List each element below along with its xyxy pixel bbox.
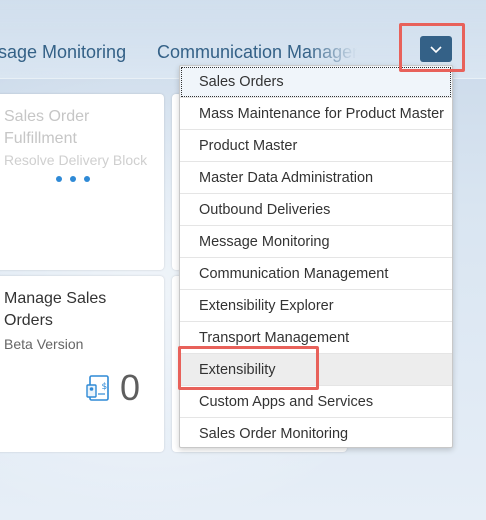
menu-item-product-master[interactable]: Product Master <box>180 130 452 162</box>
menu-item-outbound-deliveries[interactable]: Outbound Deliveries <box>180 194 452 226</box>
overflow-dropdown-menu: Sales Orders Mass Maintenance for Produc… <box>179 65 453 448</box>
sales-document-icon: $ <box>86 375 109 401</box>
tile-subtitle: Beta Version <box>4 336 84 352</box>
menu-item-communication-management[interactable]: Communication Management <box>180 258 452 290</box>
kpi-value: 0 <box>120 367 141 408</box>
menu-item-extensibility-explorer[interactable]: Extensibility Explorer <box>180 290 452 322</box>
tile-sales-order-fulfillment[interactable]: Sales Order Fulfillment Resolve Delivery… <box>0 94 164 270</box>
menu-item-sales-order-monitoring[interactable]: Sales Order Monitoring <box>180 418 452 447</box>
menu-item-message-monitoring[interactable]: Message Monitoring <box>180 226 452 258</box>
tile-kpi: $ 0 <box>86 370 140 406</box>
highlight-box-extensibility <box>178 346 319 390</box>
loading-indicator <box>56 176 90 182</box>
tile-subtitle: Resolve Delivery Block <box>4 152 148 168</box>
menu-item-mass-maintenance[interactable]: Mass Maintenance for Product Master <box>180 98 452 130</box>
tab-message-monitoring[interactable]: sage Monitoring <box>0 42 126 63</box>
menu-item-master-data-administration[interactable]: Master Data Administration <box>180 162 452 194</box>
tab-communication-management[interactable]: Communication Management <box>157 42 357 63</box>
menu-item-custom-apps-and-services[interactable]: Custom Apps and Services <box>180 386 452 418</box>
svg-text:$: $ <box>102 382 108 392</box>
highlight-box-overflow-button <box>399 23 465 72</box>
tile-manage-sales-orders[interactable]: Manage Sales Orders Beta Version $ 0 <box>0 276 164 452</box>
tile-title: Sales Order Fulfillment <box>4 108 90 147</box>
tile-title: Manage Sales Orders <box>4 290 107 329</box>
